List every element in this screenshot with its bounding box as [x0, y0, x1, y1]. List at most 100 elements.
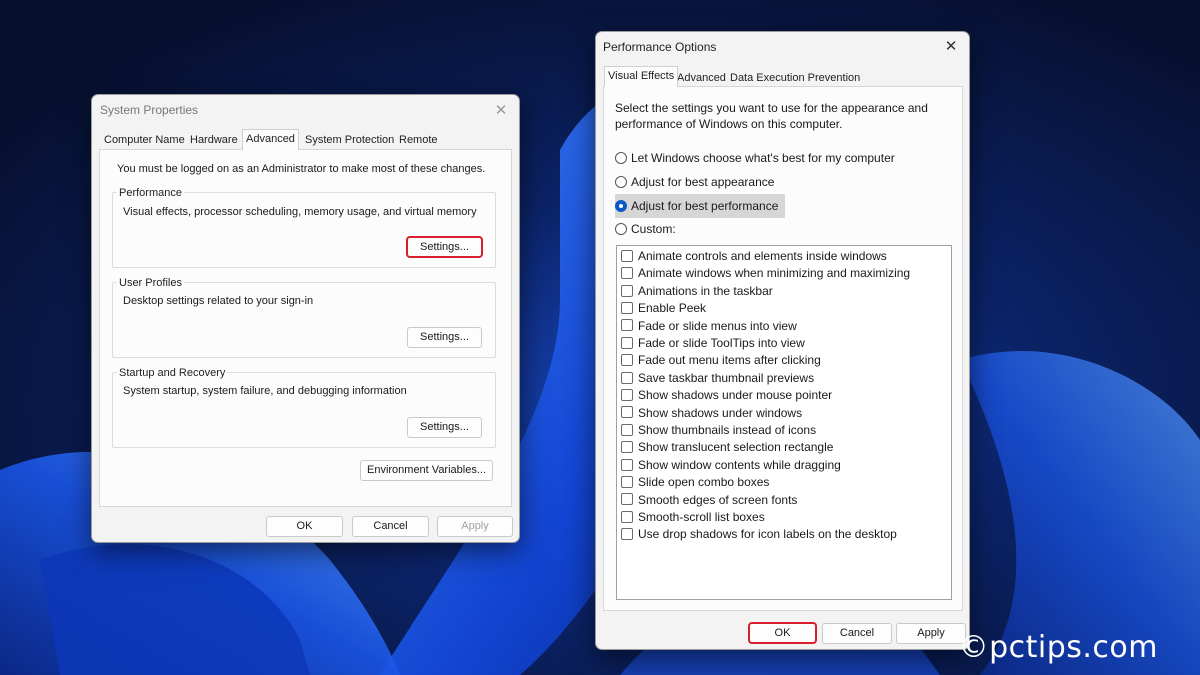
admin-note: You must be logged on as an Administrato…: [117, 163, 486, 175]
intro-line-1: Select the settings you want to use for …: [615, 101, 928, 115]
performance-options-title: Performance Options: [603, 40, 717, 54]
performance-options-titlebar[interactable]: Performance Options ✕: [596, 32, 969, 62]
checkbox[interactable]: [621, 476, 633, 489]
tab-visual-effects[interactable]: Visual Effects: [604, 66, 679, 87]
effect-label: Animations in the taskbar: [638, 283, 773, 298]
effect-checkbox-row[interactable]: Save taskbar thumbnail previews: [621, 370, 814, 387]
effect-checkbox-row[interactable]: Fade or slide ToolTips into view: [621, 335, 805, 352]
tab-computer-name[interactable]: Computer Name: [101, 131, 188, 150]
checkbox[interactable]: [621, 319, 633, 332]
radio-best-appearance[interactable]: Adjust for best appearance: [615, 173, 774, 192]
effect-checkbox-row[interactable]: Animate controls and elements inside win…: [621, 248, 887, 265]
advanced-tab-panel: You must be logged on as an Administrato…: [99, 149, 512, 507]
tab-advanced[interactable]: Advanced: [242, 129, 299, 150]
checkbox[interactable]: [621, 528, 633, 541]
user-profiles-description: Desktop settings related to your sign-in: [123, 295, 314, 307]
close-icon[interactable]: ✕: [941, 37, 961, 55]
tab-remote[interactable]: Remote: [396, 131, 441, 150]
effect-label: Enable Peek: [638, 301, 707, 316]
effect-checkbox-row[interactable]: Use drop shadows for icon labels on the …: [621, 526, 897, 543]
effect-checkbox-row[interactable]: Animate windows when minimizing and maxi…: [621, 265, 910, 282]
watermark-text: ©pctips.com: [958, 630, 1158, 665]
startup-recovery-group-title: Startup and Recovery: [117, 367, 228, 379]
effect-checkbox-row[interactable]: Slide open combo boxes: [621, 474, 769, 491]
system-properties-titlebar[interactable]: System Properties ✕: [92, 95, 519, 125]
close-icon[interactable]: ✕: [491, 101, 511, 119]
performance-options-window: Performance Options ✕ Visual Effects Adv…: [595, 31, 970, 650]
checkbox[interactable]: [621, 336, 633, 349]
performance-options-ok-button[interactable]: OK: [748, 622, 817, 644]
user-profiles-settings-button[interactable]: Settings...: [407, 327, 482, 348]
radio-label: Custom:: [631, 222, 676, 236]
performance-options-cancel-button[interactable]: Cancel: [822, 623, 892, 644]
effect-checkbox-row[interactable]: Show window contents while dragging: [621, 457, 841, 474]
effect-checkbox-row[interactable]: Smooth-scroll list boxes: [621, 509, 765, 526]
effect-label: Show shadows under windows: [638, 405, 803, 420]
radio-label: Let Windows choose what's best for my co…: [631, 151, 895, 165]
effect-checkbox-row[interactable]: Animations in the taskbar: [621, 283, 773, 300]
radio-let-windows-choose[interactable]: Let Windows choose what's best for my co…: [615, 149, 895, 168]
radio-button-checked[interactable]: [615, 199, 627, 212]
effect-label: Fade or slide ToolTips into view: [638, 336, 805, 350]
effect-checkbox-row[interactable]: Fade out menu items after clicking: [621, 352, 821, 369]
effect-label: Animate controls and elements inside win…: [638, 249, 887, 263]
radio-button[interactable]: [615, 151, 627, 164]
intro-line-2: performance of Windows on this computer.: [615, 117, 843, 131]
checkbox[interactable]: [621, 389, 633, 402]
environment-variables-button[interactable]: Environment Variables...: [360, 460, 493, 481]
effect-label: Smooth-scroll list boxes: [638, 510, 765, 524]
startup-recovery-description: System startup, system failure, and debu…: [123, 385, 407, 397]
visual-effects-tab-panel: Select the settings you want to use for …: [603, 86, 963, 611]
checkbox[interactable]: [621, 249, 633, 262]
checkbox[interactable]: [621, 267, 633, 280]
startup-recovery-group: Startup and Recovery System startup, sys…: [112, 367, 496, 448]
performance-group-title: Performance: [117, 187, 184, 199]
effect-label: Smooth edges of screen fonts: [638, 492, 798, 507]
user-profiles-group: User Profiles Desktop settings related t…: [112, 277, 496, 358]
user-profiles-group-title: User Profiles: [117, 277, 184, 289]
checkbox[interactable]: [621, 441, 633, 454]
radio-best-performance[interactable]: Adjust for best performance: [615, 194, 785, 218]
tab-system-protection[interactable]: System Protection: [302, 131, 397, 150]
radio-button[interactable]: [615, 175, 627, 188]
visual-effects-list[interactable]: Animate controls and elements inside win…: [616, 245, 952, 600]
effect-label: Save taskbar thumbnail previews: [638, 370, 815, 385]
effect-checkbox-row[interactable]: Show shadows under mouse pointer: [621, 387, 832, 404]
effect-checkbox-row[interactable]: Show shadows under windows: [621, 405, 802, 422]
effect-checkbox-row[interactable]: Smooth edges of screen fonts: [621, 492, 797, 509]
effect-checkbox-row[interactable]: Show translucent selection rectangle: [621, 439, 833, 456]
system-properties-title: System Properties: [100, 103, 199, 117]
effect-checkbox-row[interactable]: Fade or slide menus into view: [621, 318, 797, 335]
effect-label: Show window contents while dragging: [638, 457, 841, 472]
effect-label: Fade out menu items after clicking: [638, 353, 821, 368]
system-properties-ok-button[interactable]: OK: [266, 516, 343, 537]
checkbox[interactable]: [621, 423, 633, 436]
radio-button[interactable]: [615, 222, 627, 235]
checkbox[interactable]: [621, 302, 633, 315]
tab-hardware[interactable]: Hardware: [187, 131, 241, 150]
effect-label: Animate windows when minimizing and maxi…: [638, 266, 911, 281]
performance-options-apply-button[interactable]: Apply: [896, 623, 966, 644]
checkbox[interactable]: [621, 354, 633, 367]
radio-label: Adjust for best appearance: [631, 175, 775, 189]
effect-label: Show shadows under mouse pointer: [638, 388, 833, 403]
effect-label: Fade or slide menus into view: [638, 318, 797, 333]
performance-description: Visual effects, processor scheduling, me…: [123, 206, 477, 218]
system-properties-apply-button[interactable]: Apply: [437, 516, 513, 537]
radio-label: Adjust for best performance: [631, 199, 779, 213]
checkbox[interactable]: [621, 406, 633, 419]
checkbox[interactable]: [621, 371, 633, 384]
effect-label: Show thumbnails instead of icons: [638, 423, 817, 437]
effect-checkbox-row[interactable]: Show thumbnails instead of icons: [621, 422, 816, 439]
checkbox[interactable]: [621, 493, 633, 506]
system-properties-window: System Properties ✕ Computer Name Hardwa…: [91, 94, 520, 543]
effect-checkbox-row[interactable]: Enable Peek: [621, 300, 706, 317]
checkbox[interactable]: [621, 510, 633, 523]
startup-recovery-settings-button[interactable]: Settings...: [407, 417, 482, 438]
effect-label: Slide open combo boxes: [638, 475, 770, 490]
checkbox[interactable]: [621, 284, 633, 297]
performance-settings-button[interactable]: Settings...: [406, 236, 483, 258]
checkbox[interactable]: [621, 458, 633, 471]
system-properties-cancel-button[interactable]: Cancel: [352, 516, 429, 537]
radio-custom[interactable]: Custom:: [615, 220, 676, 239]
